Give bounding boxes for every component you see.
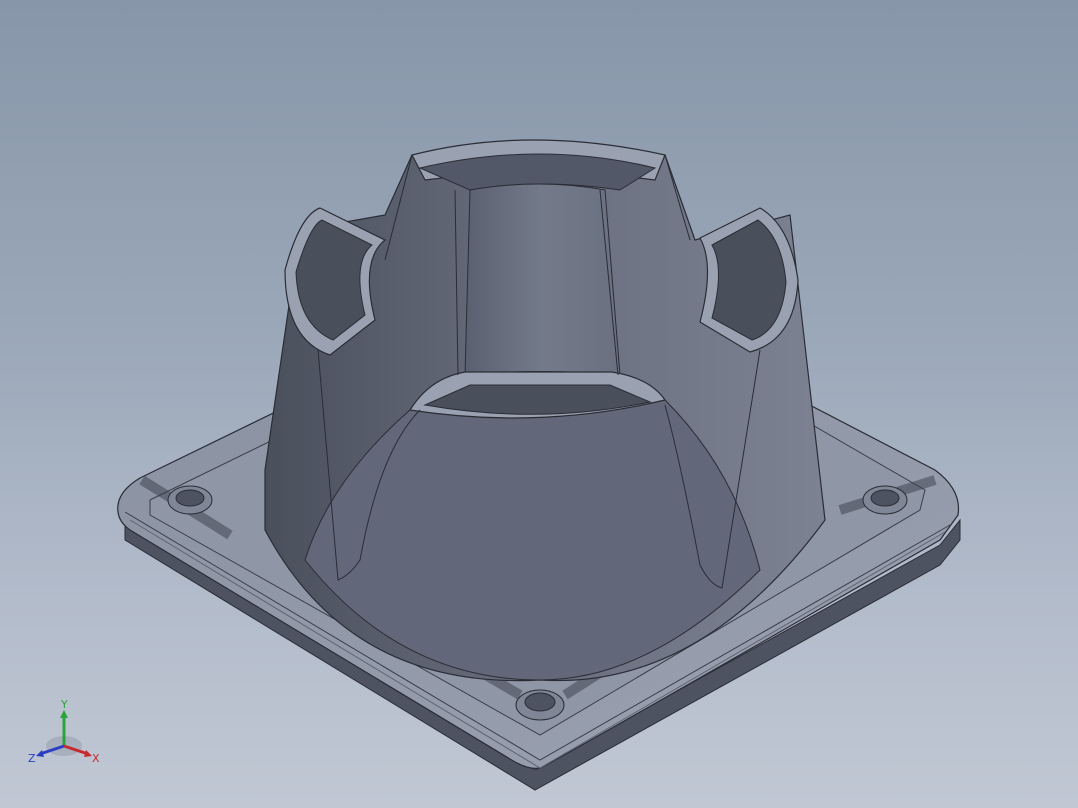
graphics-viewport[interactable]: Y X Z (0, 0, 1078, 808)
3d-model[interactable] (0, 0, 1078, 808)
view-orientation-triad[interactable]: Y X Z (26, 694, 106, 774)
z-axis-label: Z (28, 752, 36, 765)
z-axis-head (36, 750, 44, 757)
y-axis-head (60, 710, 68, 718)
x-axis-label: X (92, 752, 100, 765)
y-axis-label: Y (60, 698, 68, 711)
x-axis-head (84, 750, 92, 757)
